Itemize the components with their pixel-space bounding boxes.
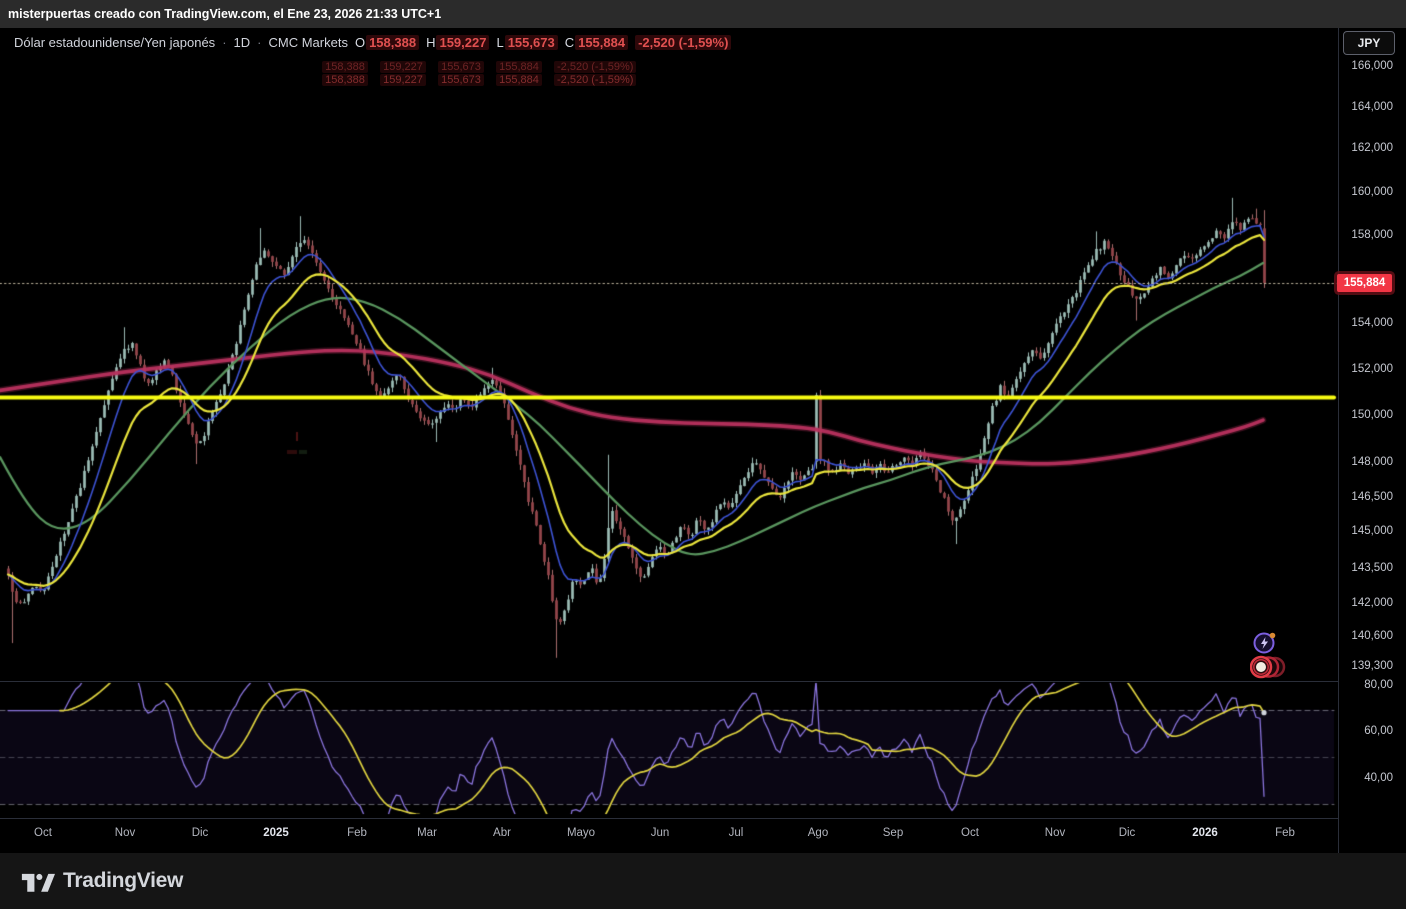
ohlc-low: L 155,673 [496, 34, 558, 50]
symbol-legend: Dólar estadounidense/Yen japonés · 1D · … [14, 33, 732, 51]
price-tick: 142,000 [1351, 597, 1393, 609]
exchange-label: CMC Markets [268, 34, 348, 50]
price-tick: 162,000 [1351, 142, 1393, 154]
ghost-values-row: 158,388 159,227 155,673 155,884 -2,520 (… [322, 61, 637, 73]
time-tick: Jun [650, 827, 670, 839]
price-tick: 143,500 [1351, 562, 1393, 574]
pane-separator[interactable] [0, 681, 1406, 682]
price-tick: 160,000 [1351, 186, 1393, 198]
price-tick: 146,500 [1351, 491, 1393, 503]
time-tick: Feb [1275, 827, 1295, 839]
indicator-rings-badge-icon [1249, 654, 1288, 685]
price-tick: 145,000 [1351, 525, 1393, 537]
time-tick: Ago [807, 827, 829, 839]
time-tick: Dic [191, 827, 209, 839]
main-chart-canvas[interactable] [0, 28, 1338, 853]
price-tick: 158,000 [1351, 229, 1393, 241]
price-tick: 164,000 [1351, 101, 1393, 113]
tradingview-logo-icon [21, 873, 55, 892]
price-tick: 139,300 [1351, 660, 1393, 672]
time-tick: Jul [728, 827, 744, 839]
price-tick: 166,000 [1351, 60, 1393, 72]
price-tick: 80,00 [1364, 679, 1393, 691]
price-tick: 152,000 [1351, 363, 1393, 375]
legend-separator: · [257, 34, 262, 50]
time-tick: Mayo [566, 827, 596, 839]
attribution-text: misterpuertas creado con TradingView.com… [8, 7, 442, 21]
time-tick: Sep [882, 827, 904, 839]
symbol-title[interactable]: Dólar estadounidense/Yen japonés [14, 35, 215, 50]
time-tick: Oct [34, 827, 52, 839]
time-tick: Oct [961, 827, 979, 839]
time-tick: 2026 [1192, 827, 1218, 839]
currency-button[interactable]: JPY [1343, 31, 1395, 55]
time-axis[interactable]: Oct Nov Dic 2025 Feb Mar Abr Mayo Jun Jul Ago Sep Oc… [0, 818, 1406, 853]
price-axis[interactable]: JPY 166,000 164,000 162,000 160,000 158,000 1… [1338, 28, 1406, 853]
time-tick: Abr [493, 827, 511, 839]
time-tick: Nov [114, 827, 136, 839]
chart-area: Dólar estadounidense/Yen japonés · 1D · … [0, 28, 1406, 853]
time-tick: Mar [417, 827, 437, 839]
brand-name: TradingView [63, 869, 184, 892]
interval-label[interactable]: 1D [234, 35, 251, 50]
last-price-label: 155,884 [1337, 274, 1392, 292]
price-tick: 40,00 [1364, 772, 1393, 784]
time-tick: 2025 [263, 827, 289, 839]
ohlc-open: O 158,388 [355, 34, 420, 50]
ohlc-close: C 155,884 [565, 34, 629, 50]
price-tick: 154,000 [1351, 317, 1393, 329]
price-tick: 150,000 [1351, 409, 1393, 421]
footer-bar: TradingView [0, 853, 1406, 909]
change-label: -2,520 (-1,59%) [635, 34, 732, 50]
price-tick: 140,600 [1351, 630, 1393, 642]
ghost-values-row: 158,388 159,227 155,673 155,884 -2,520 (… [322, 74, 637, 86]
ohlc-high: H 159,227 [426, 34, 490, 50]
tradingview-logo[interactable]: TradingView [21, 869, 183, 893]
time-tick: Dic [1118, 827, 1136, 839]
time-tick: Feb [347, 827, 367, 839]
legend-separator: · [222, 34, 227, 50]
time-tick: Nov [1044, 827, 1066, 839]
price-tick: 148,000 [1351, 456, 1393, 468]
attribution-bar: misterpuertas creado con TradingView.com… [0, 0, 1406, 28]
price-tick: 60,00 [1364, 725, 1393, 737]
